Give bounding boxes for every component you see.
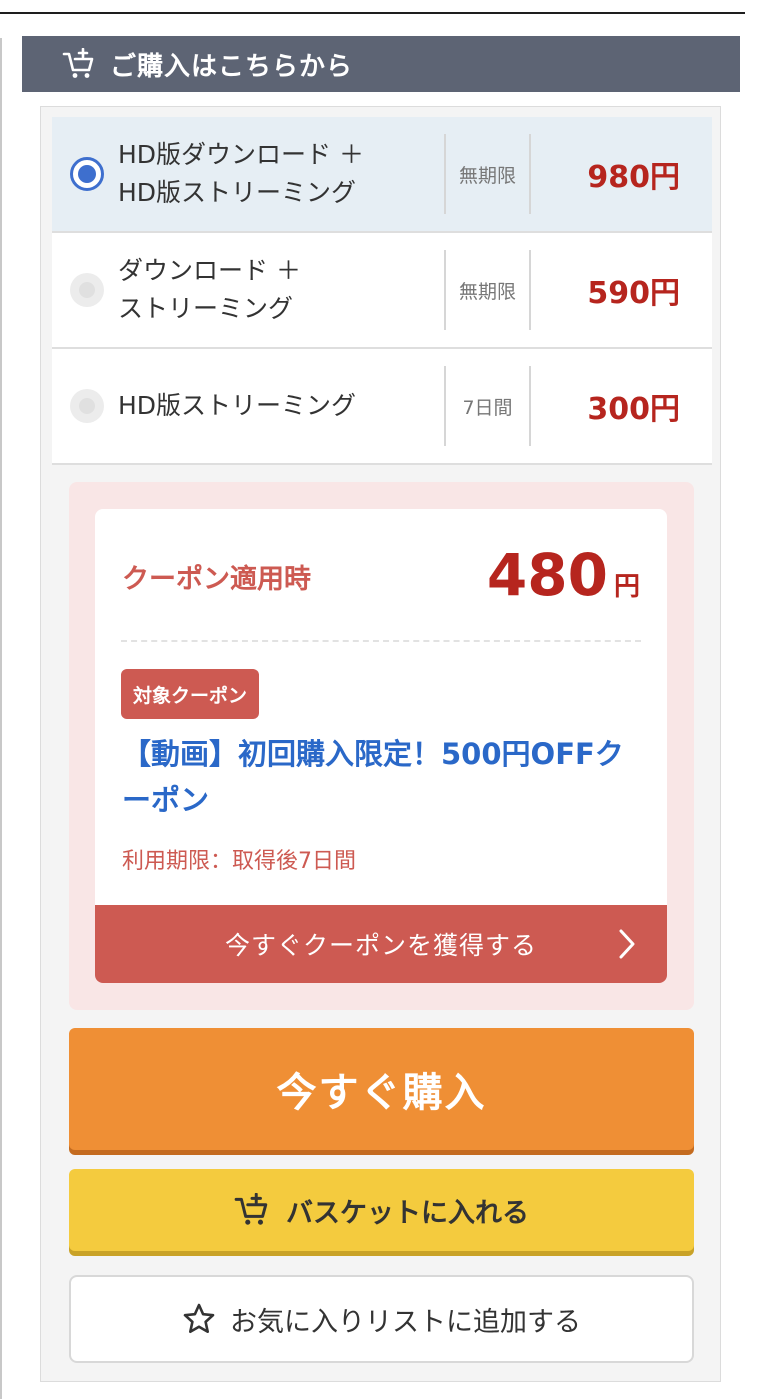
coupon-card: クーポン適用時 480 円 対象クーポン 【動画】初回購入限定！500円OFFクー…	[95, 509, 667, 983]
coupon-applied-label: クーポン適用時	[122, 564, 311, 595]
coupon-badge: 対象クーポン	[121, 669, 260, 719]
option-label: ダウンロード ＋ ストリーミング	[118, 256, 301, 323]
coupon-price-unit: 円	[613, 572, 640, 602]
radio-selected[interactable]	[70, 157, 104, 191]
add-to-favorites-label: お気に入りリストに追加する	[230, 1306, 581, 1338]
coupon-section: クーポン適用時 480 円 対象クーポン 【動画】初回購入限定！500円OFFクー…	[69, 482, 694, 1010]
option-price: 980円	[587, 160, 680, 195]
coupon-name: 【動画】初回購入限定！500円OFFクーポン	[122, 737, 624, 817]
option-hd-streaming[interactable]: HD版ストリーミング 7日間 300円	[52, 349, 712, 465]
cart-icon	[62, 48, 94, 78]
radio-unselected[interactable]	[70, 389, 104, 423]
get-coupon-button-label: 今すぐクーポンを獲得する	[224, 931, 537, 960]
star-icon	[183, 1303, 215, 1333]
radio-unselected[interactable]	[70, 273, 104, 307]
coupon-price-value: 480	[486, 541, 608, 609]
option-period: 無期限	[444, 134, 531, 214]
add-to-favorites-button[interactable]: お気に入りリストに追加する	[69, 1275, 694, 1363]
coupon-expiry: 利用期限：取得後7日間	[122, 849, 356, 874]
get-coupon-button[interactable]: 今すぐクーポンを獲得する	[95, 905, 667, 983]
option-hd-download-streaming[interactable]: HD版ダウンロード ＋ HD版ストリーミング 無期限 980円	[52, 117, 712, 233]
chevron-right-icon	[619, 929, 635, 959]
option-download-streaming[interactable]: ダウンロード ＋ ストリーミング 無期限 590円	[52, 233, 712, 349]
option-label: HD版ダウンロード ＋ HD版ストリーミング	[118, 140, 364, 207]
add-to-basket-button[interactable]: バスケットに入れる	[69, 1169, 694, 1251]
option-label: HD版ストリーミング	[118, 391, 357, 420]
add-to-basket-label: バスケットに入れる	[286, 1197, 529, 1229]
buy-now-button[interactable]: 今すぐ購入	[69, 1028, 694, 1150]
cart-icon	[234, 1193, 268, 1225]
purchase-panel: HD版ダウンロード ＋ HD版ストリーミング 無期限 980円 ダウンロード ＋…	[40, 106, 721, 1382]
purchase-header-title: ご購入はこちらから	[110, 51, 354, 82]
option-period: 無期限	[444, 250, 531, 330]
dashed-divider	[121, 640, 641, 642]
top-divider	[0, 12, 745, 14]
option-price: 590円	[587, 276, 680, 311]
purchase-header: ご購入はこちらから	[22, 36, 740, 92]
purchase-options: HD版ダウンロード ＋ HD版ストリーミング 無期限 980円 ダウンロード ＋…	[52, 117, 712, 465]
option-period: 7日間	[444, 366, 531, 446]
left-divider	[0, 38, 2, 1399]
coupon-price: 480 円	[487, 541, 640, 609]
option-price: 300円	[587, 392, 680, 427]
